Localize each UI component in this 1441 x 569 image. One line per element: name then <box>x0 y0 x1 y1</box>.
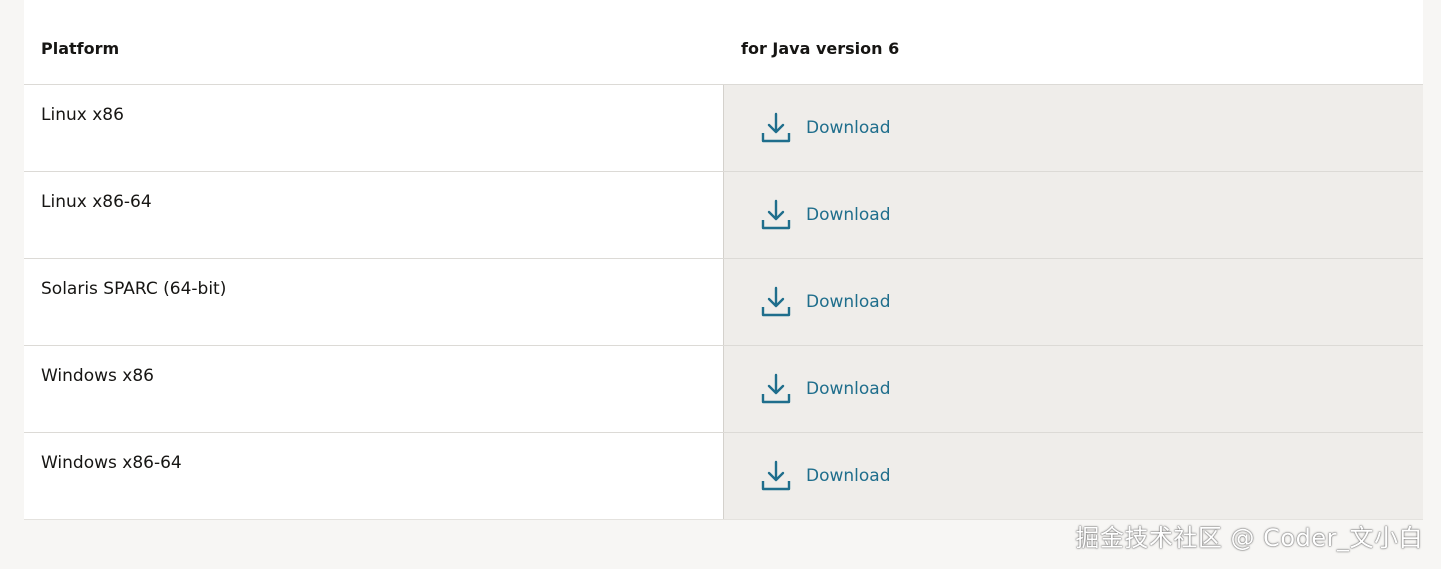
download-cell: Download <box>723 433 1423 519</box>
platform-label: Windows x86-64 <box>41 453 182 473</box>
download-cell: Download <box>723 346 1423 432</box>
table-header: Platform for Java version 6 <box>24 0 1423 85</box>
download-link-solaris-sparc-64[interactable]: Download <box>760 285 891 319</box>
download-link-windows-x86[interactable]: Download <box>760 372 891 406</box>
download-icon <box>761 460 791 491</box>
download-cell: Download <box>723 172 1423 258</box>
platform-label: Solaris SPARC (64-bit) <box>41 279 227 299</box>
download-icon <box>761 199 791 230</box>
download-icon <box>761 112 791 143</box>
platform-cell: Linux x86-64 <box>24 172 723 258</box>
table-body: Linux x86 Download Linux x86-64 Download… <box>24 85 1423 520</box>
table-row: Windows x86-64 Download <box>24 433 1423 520</box>
platform-label: Linux x86 <box>41 105 124 125</box>
download-cell: Download <box>723 85 1423 171</box>
table-row: Solaris SPARC (64-bit) Download <box>24 259 1423 346</box>
platform-cell: Linux x86 <box>24 85 723 171</box>
downloads-table: Platform for Java version 6 Linux x86 Do… <box>24 0 1423 520</box>
download-link-linux-x86[interactable]: Download <box>760 111 891 145</box>
download-cell: Download <box>723 259 1423 345</box>
download-link-linux-x86-64[interactable]: Download <box>760 198 891 232</box>
column-header-platform: Platform <box>41 39 120 58</box>
table-row: Linux x86-64 Download <box>24 172 1423 259</box>
platform-cell: Windows x86 <box>24 346 723 432</box>
table-row: Linux x86 Download <box>24 85 1423 172</box>
watermark: 掘金技术社区 @ Coder_文小白 <box>1075 524 1423 552</box>
download-label: Download <box>806 118 891 138</box>
platform-cell: Solaris SPARC (64-bit) <box>24 259 723 345</box>
download-label: Download <box>806 466 891 486</box>
download-label: Download <box>806 205 891 225</box>
download-link-windows-x86-64[interactable]: Download <box>760 459 891 493</box>
column-header-java-version: for Java version 6 <box>741 39 900 58</box>
platform-label: Linux x86-64 <box>41 192 152 212</box>
table-row: Windows x86 Download <box>24 346 1423 433</box>
download-label: Download <box>806 292 891 312</box>
platform-label: Windows x86 <box>41 366 154 386</box>
platform-cell: Windows x86-64 <box>24 433 723 519</box>
download-label: Download <box>806 379 891 399</box>
download-icon <box>761 373 791 404</box>
download-icon <box>761 286 791 317</box>
